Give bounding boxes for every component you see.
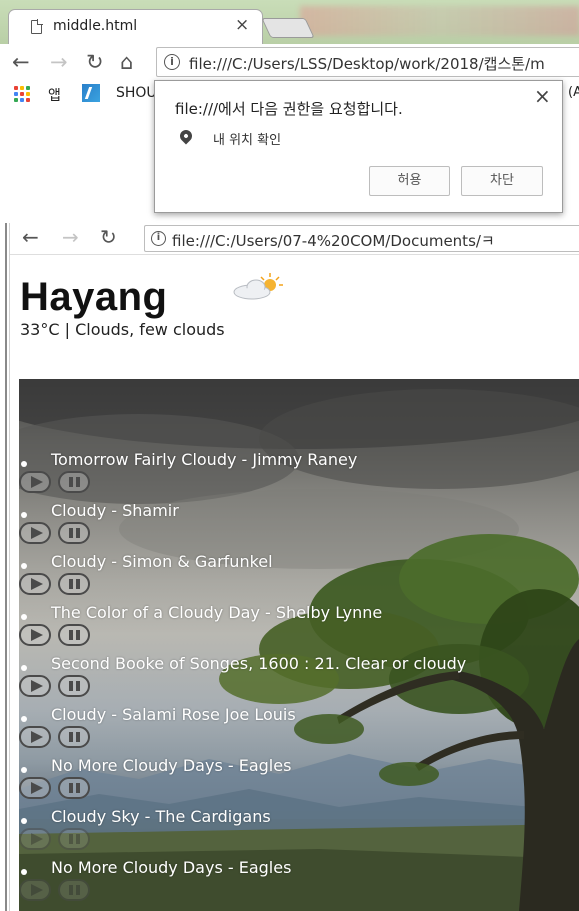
location-permission-popup: file:///에서 다음 권한을 요청합니다. × 내 위치 확인 허용 차단	[154, 80, 563, 213]
home-icon[interactable]: ⌂	[120, 49, 133, 75]
play-button[interactable]	[19, 879, 51, 901]
song-title: Tomorrow Fairly Cloudy - Jimmy Raney	[51, 450, 358, 469]
toolbar-divider	[10, 254, 579, 255]
song-item: No More Cloudy Days - Eagles	[19, 855, 579, 906]
info-icon[interactable]: i	[151, 231, 166, 246]
song-title: Cloudy - Simon & Garfunkel	[51, 552, 273, 571]
pause-button[interactable]	[58, 471, 90, 493]
song-item: The Color of a Cloudy Day - Shelby Lynne	[19, 600, 579, 651]
song-title: The Color of a Cloudy Day - Shelby Lynne	[51, 603, 383, 622]
new-tab-button[interactable]	[261, 18, 315, 38]
pause-button[interactable]	[58, 573, 90, 595]
bookmark-favicon	[82, 84, 100, 102]
play-button[interactable]	[19, 573, 51, 595]
browser-toolbar-2: ← → ↻ i file:///C:/Users/07-4%20COM/Docu…	[10, 223, 579, 253]
song-item: Tomorrow Fairly Cloudy - Jimmy Raney	[19, 447, 579, 498]
block-button[interactable]: 차단	[461, 166, 543, 196]
song-title: No More Cloudy Days - Eagles	[51, 756, 292, 775]
reload-icon[interactable]: ↻	[86, 49, 104, 75]
song-item: Cloudy - Simon & Garfunkel	[19, 549, 579, 600]
reload-icon[interactable]: ↻	[100, 224, 117, 250]
blurred-background-tabs	[300, 6, 579, 36]
list-bullet	[21, 461, 27, 467]
bookmark-shou[interactable]: SHOU	[116, 85, 157, 101]
pause-button[interactable]	[58, 726, 90, 748]
forward-icon[interactable]: →	[50, 49, 68, 75]
url-text: file:///C:/Users/07-4%20COM/Documents/ㅋ	[172, 232, 495, 250]
list-bullet	[21, 818, 27, 824]
window-border-inner	[9, 223, 10, 911]
song-title: No More Cloudy Days - Eagles	[51, 858, 292, 877]
pause-button[interactable]	[58, 522, 90, 544]
bookmark-apps[interactable]: 앱	[48, 85, 61, 105]
pause-button[interactable]	[58, 624, 90, 646]
play-button[interactable]	[19, 675, 51, 697]
play-button[interactable]	[19, 828, 51, 850]
close-tab-icon[interactable]: ×	[235, 15, 249, 35]
url-text: file:///C:/Users/LSS/Desktop/work/2018/캡…	[189, 55, 545, 73]
background-landscape-image: Tomorrow Fairly Cloudy - Jimmy Raney Clou…	[19, 379, 579, 911]
list-bullet	[21, 665, 27, 671]
song-item: No More Cloudy Days - Eagles	[19, 753, 579, 804]
city-name: Hayang	[20, 275, 168, 319]
list-bullet	[21, 512, 27, 518]
song-title: Cloudy Sky - The Cardigans	[51, 807, 271, 826]
play-button[interactable]	[19, 624, 51, 646]
bookmark-ac[interactable]: (Ac	[568, 85, 579, 100]
list-bullet	[21, 563, 27, 569]
song-title: Cloudy - Salami Rose Joe Louis	[51, 705, 296, 724]
back-icon[interactable]: ←	[12, 49, 30, 75]
address-bar[interactable]: i file:///C:/Users/LSS/Desktop/work/2018…	[156, 47, 579, 77]
close-icon[interactable]: ×	[534, 84, 551, 108]
song-item: Second Booke of Songes, 1600 : 21. Clear…	[19, 651, 579, 702]
song-item: Cloudy - Shamir	[19, 498, 579, 549]
song-item: Cloudy Sky - The Cardigans	[19, 804, 579, 855]
browser-toolbar: ← → ↻ ⌂ i file:///C:/Users/LSS/Desktop/w…	[0, 44, 579, 80]
song-list: Tomorrow Fairly Cloudy - Jimmy Raney Clou…	[19, 379, 579, 911]
play-button[interactable]	[19, 522, 51, 544]
list-bullet	[21, 716, 27, 722]
apps-icon[interactable]	[14, 86, 30, 102]
pause-button[interactable]	[58, 675, 90, 697]
weather-description: 33°C | Clouds, few clouds	[20, 320, 225, 339]
list-bullet	[21, 869, 27, 875]
play-button[interactable]	[19, 471, 51, 493]
window-border	[5, 223, 7, 911]
pause-button[interactable]	[58, 879, 90, 901]
tab-middle-html[interactable]: middle.html ×	[8, 9, 263, 44]
address-bar-2[interactable]: i file:///C:/Users/07-4%20COM/Documents/…	[144, 225, 579, 252]
info-icon[interactable]: i	[164, 54, 180, 70]
tab-title: middle.html	[53, 18, 138, 34]
tab-strip: middle.html ×	[0, 0, 579, 44]
pause-button[interactable]	[58, 828, 90, 850]
permission-title: file:///에서 다음 권한을 요청합니다.	[175, 100, 403, 118]
list-bullet	[21, 614, 27, 620]
play-button[interactable]	[19, 777, 51, 799]
song-item: Cloudy - Salami Rose Joe Louis	[19, 702, 579, 753]
back-icon[interactable]: ←	[22, 224, 39, 250]
forward-icon[interactable]: →	[62, 224, 79, 250]
page-icon	[31, 19, 43, 34]
partly-cloudy-icon	[233, 273, 283, 300]
list-bullet	[21, 767, 27, 773]
permission-item: 내 위치 확인	[213, 133, 282, 148]
pause-button[interactable]	[58, 777, 90, 799]
song-title: Second Booke of Songes, 1600 : 21. Clear…	[51, 654, 467, 673]
play-button[interactable]	[19, 726, 51, 748]
song-title: Cloudy - Shamir	[51, 501, 179, 520]
allow-button[interactable]: 허용	[369, 166, 450, 196]
location-pin-icon	[177, 127, 195, 145]
second-browser-window: ← → ↻ i file:///C:/Users/07-4%20COM/Docu…	[0, 223, 579, 911]
